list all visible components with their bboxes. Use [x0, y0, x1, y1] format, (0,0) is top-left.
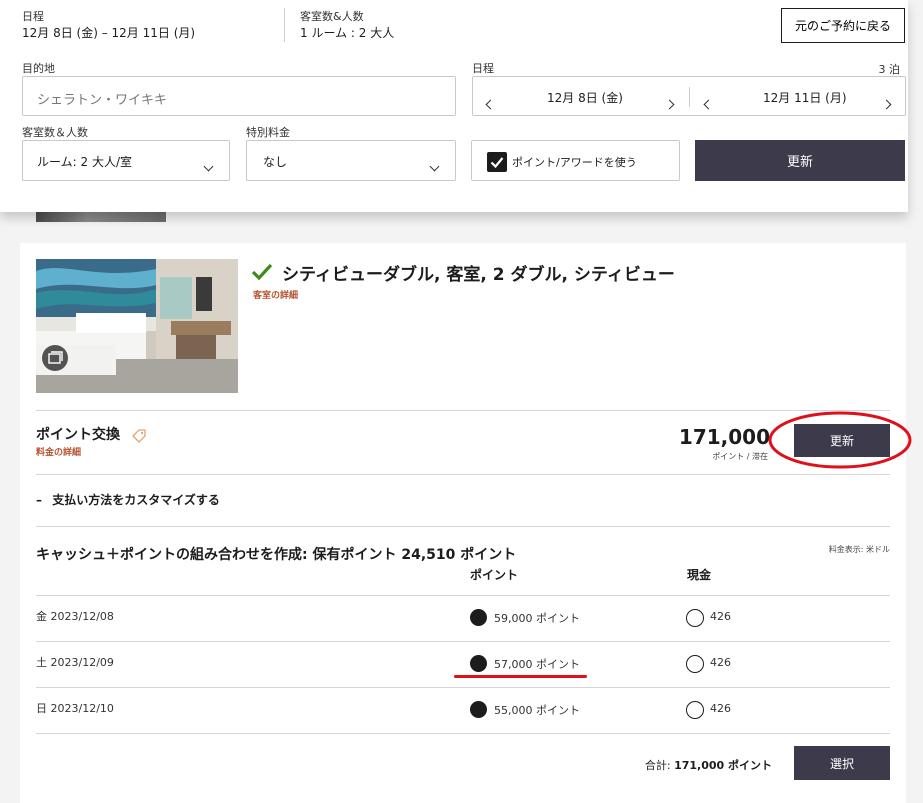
special-rate-select[interactable]: なし	[246, 140, 456, 181]
points-radio[interactable]	[470, 655, 487, 672]
row-cash: 426	[710, 610, 731, 623]
chevron-down-icon	[203, 161, 214, 172]
use-points-option: ポイント/アワードを使う	[471, 140, 680, 181]
row-cash: 426	[710, 656, 731, 669]
row-points: 55,000 ポイント	[494, 704, 580, 717]
col-cash-header: 現金	[687, 568, 712, 582]
total-label: 合計:	[644, 759, 671, 772]
row-points: 57,000 ポイント	[494, 658, 580, 671]
destination-label: 目的地	[22, 62, 55, 75]
row-date: 日 2023/12/10	[36, 702, 114, 715]
gallery-icon	[48, 351, 63, 364]
room-card: シティビューダブル, 客室, 2 ダブル, シティビュー 客室の詳細 ポイント交…	[20, 243, 912, 803]
use-points-checkbox[interactable]	[487, 152, 507, 172]
checkout-next-button[interactable]	[881, 93, 892, 112]
divider	[36, 410, 890, 411]
destination-field[interactable]: シェラトン・ワイキキ	[22, 76, 456, 116]
search-update-button[interactable]: 更新	[695, 140, 905, 181]
divider	[36, 687, 890, 688]
checkin-next-button[interactable]	[664, 93, 675, 112]
cash-radio[interactable]	[686, 655, 704, 673]
use-points-label: ポイント/アワードを使う	[512, 156, 637, 169]
points-radio[interactable]	[470, 609, 487, 626]
room-title: シティビューダブル, 客室, 2 ダブル, シティビュー	[282, 265, 675, 285]
date-divider	[689, 87, 690, 107]
chevron-right-icon	[881, 99, 892, 110]
chevron-down-icon	[429, 161, 440, 172]
select-button[interactable]: 選択	[794, 746, 890, 780]
cash-radio[interactable]	[686, 609, 704, 627]
combo-title: キャッシュ＋ポイントの組み合わせを作成: 保有ポイント 24,510 ポイント	[36, 547, 517, 563]
checkin-prev-button[interactable]	[485, 93, 496, 112]
back-to-reservation-button[interactable]: 元のご予約に戻る	[781, 8, 905, 43]
row-points: 59,000 ポイント	[494, 612, 580, 625]
summary-dates-value: 12月 8日 (金) – 12月 11日 (月)	[22, 26, 196, 40]
search-panel: 日程 12月 8日 (金) – 12月 11日 (月) 客室数&人数 1 ルーム…	[0, 0, 908, 212]
total-value: 171,000 ポイント	[674, 759, 772, 772]
tag-icon	[132, 429, 146, 443]
check-icon	[251, 263, 273, 281]
col-points-header: ポイント	[470, 568, 519, 582]
summary-dates-label: 日程	[22, 10, 44, 23]
room-details-link[interactable]: 客室の詳細	[253, 288, 298, 301]
highlight-underline	[454, 675, 587, 678]
points-radio[interactable]	[470, 701, 487, 718]
divider	[36, 733, 890, 734]
divider	[36, 641, 890, 642]
date-range-field: 12月 8日 (金) 12月 11日 (月)	[472, 76, 906, 116]
row-date: 金 2023/12/08	[36, 610, 114, 623]
summary-rooms-value: 1 ルーム : 2 大人	[300, 26, 395, 40]
special-rate-label: 特別料金	[246, 126, 290, 139]
divider	[36, 595, 890, 596]
row-cash: 426	[710, 702, 731, 715]
rooms-label: 客室数＆人数	[22, 126, 88, 139]
rooms-select[interactable]: ルーム: 2 大人/室	[22, 140, 230, 181]
collapse-icon: –	[36, 493, 42, 507]
customize-toggle[interactable]: – 支払い方法をカスタマイズする	[36, 491, 220, 508]
gallery-button[interactable]	[42, 345, 68, 371]
customize-label: 支払い方法をカスタマイズする	[52, 493, 220, 507]
divider	[36, 474, 890, 475]
rate-details-link[interactable]: 料金の詳細	[36, 445, 81, 458]
rooms-value: ルーム: 2 大人/室	[37, 155, 132, 169]
highlight-ellipse	[768, 411, 912, 469]
rate-per-stay: ポイント / 滞在	[712, 452, 768, 461]
cash-radio[interactable]	[686, 701, 704, 719]
checkout-date[interactable]: 12月 11日 (月)	[763, 89, 847, 106]
row-date: 土 2023/12/09	[36, 656, 114, 669]
special-rate-value: なし	[263, 155, 288, 169]
rate-points: 171,000	[678, 425, 770, 449]
divider	[36, 526, 890, 527]
summary-divider	[284, 8, 285, 42]
checkin-date[interactable]: 12月 8日 (金)	[547, 89, 623, 106]
chevron-left-icon	[485, 99, 496, 110]
rate-name: ポイント交換	[36, 427, 120, 443]
chevron-right-icon	[664, 99, 675, 110]
summary-rooms-label: 客室数&人数	[300, 10, 364, 23]
checkout-prev-button[interactable]	[703, 93, 714, 112]
room-image[interactable]	[36, 259, 238, 393]
currency-note: 料金表示: 米ドル	[828, 545, 890, 554]
nights-count: 3 泊	[878, 63, 901, 76]
dates-label: 日程	[472, 62, 494, 75]
checkmark-icon	[490, 157, 504, 169]
destination-value: シェラトン・ワイキキ	[37, 93, 168, 108]
chevron-left-icon	[703, 99, 714, 110]
room-photo	[36, 259, 238, 393]
total: 合計: 171,000 ポイント	[620, 757, 772, 773]
